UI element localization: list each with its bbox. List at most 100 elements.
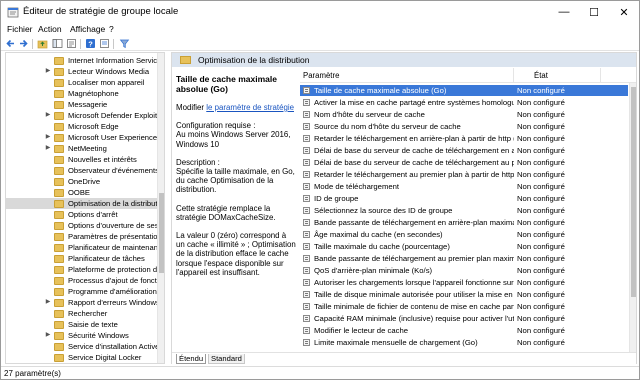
expand-chevron-icon[interactable]: ▶ <box>44 66 52 77</box>
column-separator[interactable] <box>513 68 514 83</box>
setting-row[interactable]: Retarder le téléchargement au premier pl… <box>300 169 628 180</box>
setting-row[interactable]: Retarder le téléchargement en arrière-pl… <box>300 133 628 144</box>
tree-item[interactable]: Options d'arrêt <box>6 209 158 220</box>
setting-state: Non configuré <box>517 146 565 155</box>
setting-row[interactable]: Bande passante de téléchargement en arri… <box>300 217 628 228</box>
setting-row[interactable]: Nom d'hôte du serveur de cache Non config… <box>300 109 628 120</box>
requirements-label: Configuration requise : <box>176 121 256 131</box>
setting-row[interactable]: Taille minimale de fichier de contenu de… <box>300 301 628 312</box>
setting-row[interactable]: Délai de base du serveur de cache de tél… <box>300 157 628 168</box>
tree-item[interactable]: Planificateur de maintenance <box>6 242 164 253</box>
tree-item[interactable]: ▶ Lecteur Windows Media <box>6 66 158 77</box>
help-icon[interactable]: ? <box>85 38 96 49</box>
tree-item[interactable]: Rechercher <box>6 308 158 319</box>
folder-icon <box>54 211 64 219</box>
tree-item[interactable]: Options d'ouverture de sessio <box>6 220 164 231</box>
setting-row[interactable]: Activer la mise en cache partagé entre s… <box>300 97 628 108</box>
tree-item[interactable]: Processus d'ajout de fonction <box>6 275 164 286</box>
setting-row[interactable]: QoS d'arrière-plan minimale (Ko/s) Non co… <box>300 265 628 276</box>
tree-item[interactable]: Programme d'amélioration de <box>6 286 164 297</box>
setting-name: Taille maximale du cache (pourcentage) <box>314 242 450 251</box>
expand-chevron-icon[interactable]: ▶ <box>44 297 52 308</box>
expand-chevron-icon[interactable]: ▶ <box>44 132 52 143</box>
setting-row[interactable]: Taille de disque minimale autorisée pour… <box>300 289 628 300</box>
tree-item[interactable]: OOBE <box>6 187 158 198</box>
show-tree-icon[interactable] <box>52 38 63 49</box>
setting-row[interactable]: Mode de téléchargement Non configuré <box>300 181 628 192</box>
setting-row[interactable]: Autoriser les chargements lorsque l'appa… <box>300 277 628 288</box>
tree-item[interactable]: Planificateur de tâches <box>6 253 158 264</box>
tree-item[interactable]: ▶ Microsoft User Experience Virt <box>6 132 164 143</box>
policy-setting-icon <box>303 279 310 286</box>
setting-row[interactable]: Modifier le lecteur de cache Non configur… <box>300 325 628 336</box>
tree-item[interactable]: Observateur d'événements <box>6 165 159 176</box>
svg-text:?: ? <box>88 39 93 48</box>
tree-item[interactable]: Microsoft Edge <box>6 121 158 132</box>
tree-item[interactable]: Magnétophone <box>6 88 158 99</box>
setting-row[interactable]: Bande passante de téléchargement au prem… <box>300 253 628 264</box>
tree-item[interactable]: ▶ NetMeeting <box>6 143 158 154</box>
close-button[interactable]: ✕ <box>609 1 639 23</box>
tree-item[interactable]: Optimisation de la distribution <box>6 198 164 209</box>
back-icon[interactable] <box>5 38 16 49</box>
menu-action[interactable]: Action <box>38 24 62 34</box>
tree-item[interactable]: ▶ Microsoft Defender Exploit Gu <box>6 110 164 121</box>
tree-item[interactable]: Paramètres de présentation <box>6 231 162 242</box>
setting-row[interactable]: Limite maximale mensuelle de chargement … <box>300 337 628 348</box>
forward-icon[interactable] <box>18 38 29 49</box>
maximize-button[interactable]: ☐ <box>579 1 609 23</box>
minimize-button[interactable]: — <box>549 1 579 23</box>
column-header-setting[interactable]: Paramètre <box>303 71 339 80</box>
policy-setting-icon <box>303 255 310 262</box>
setting-row[interactable]: Taille de cache maximale absolue (Go) Non… <box>300 85 628 96</box>
tree-item[interactable]: Internet Information Services <box>6 55 164 66</box>
setting-name: Âge maximal du cache (en secondes) <box>314 230 443 239</box>
column-separator[interactable] <box>600 68 601 83</box>
tree-scrollbar[interactable] <box>157 53 164 363</box>
tree-item[interactable]: Service d'installation ActiveX <box>6 341 164 352</box>
tree-item[interactable]: Service Digital Locker <box>6 352 158 363</box>
expand-chevron-icon[interactable]: ▶ <box>44 143 52 154</box>
list-scrollbar[interactable] <box>629 83 636 352</box>
menu-help[interactable]: ? <box>109 24 114 34</box>
tree-item[interactable]: Nouvelles et intérêts <box>6 154 158 165</box>
policy-setting-icon <box>303 231 310 238</box>
export-list-icon[interactable] <box>66 38 77 49</box>
tree-item[interactable]: Localiser mon appareil <box>6 77 158 88</box>
list-scrollbar-thumb[interactable] <box>631 87 636 297</box>
description-label: Description : <box>176 157 220 167</box>
tree-scrollbar-thumb[interactable] <box>159 193 164 273</box>
modify-policy-link[interactable]: le paramètre de stratégie <box>206 103 294 112</box>
policy-setting-icon <box>303 315 310 322</box>
setting-state: Non configuré <box>517 98 565 107</box>
tree-item[interactable]: Messagerie <box>6 99 158 110</box>
setting-row[interactable]: Âge maximal du cache (en secondes) Non co… <box>300 229 628 240</box>
tab-etendu[interactable]: Étendu <box>176 354 207 364</box>
setting-row[interactable]: ID de groupe Non configuré <box>300 193 628 204</box>
tab-standard[interactable]: Standard <box>208 354 245 364</box>
settings-list[interactable]: Paramètre État Taille de cache maximale … <box>300 68 636 352</box>
setting-state: Non configuré <box>517 194 565 203</box>
up-folder-icon[interactable] <box>37 38 48 49</box>
tree-item[interactable]: Saisie de texte <box>6 319 158 330</box>
tree-item[interactable]: ▶ Sécurité Windows <box>6 330 158 341</box>
tree-item[interactable]: Plateforme de protection de li <box>6 264 164 275</box>
extended-description: Taille de cache maximale absolue (Go) Mo… <box>172 68 300 352</box>
menu-fichier[interactable]: Fichier <box>7 24 33 34</box>
folder-icon <box>54 167 64 175</box>
expand-chevron-icon[interactable]: ▶ <box>44 330 52 341</box>
setting-row[interactable]: Source du nom d'hôte du serveur de cache… <box>300 121 628 132</box>
column-header-state[interactable]: État <box>534 71 548 80</box>
tree-item[interactable]: OneDrive <box>6 176 158 187</box>
setting-state: Non configuré <box>517 122 565 131</box>
tree-item[interactable]: ▶ Rapport d'erreurs Windows <box>6 297 160 308</box>
setting-row[interactable]: Délai de base du serveur de cache de tél… <box>300 145 628 156</box>
navigation-tree[interactable]: Service Digital Locker Service d'installa… <box>5 52 165 364</box>
filter-icon[interactable] <box>119 38 130 49</box>
expand-chevron-icon[interactable]: ▶ <box>44 110 52 121</box>
setting-row[interactable]: Taille maximale du cache (pourcentage) No… <box>300 241 628 252</box>
menu-affichage[interactable]: Affichage <box>70 24 105 34</box>
setting-row[interactable]: Sélectionnez la source des ID de groupe N… <box>300 205 628 216</box>
properties-icon[interactable] <box>99 38 110 49</box>
setting-row[interactable]: Capacité RAM minimale (inclusive) requis… <box>300 313 628 324</box>
